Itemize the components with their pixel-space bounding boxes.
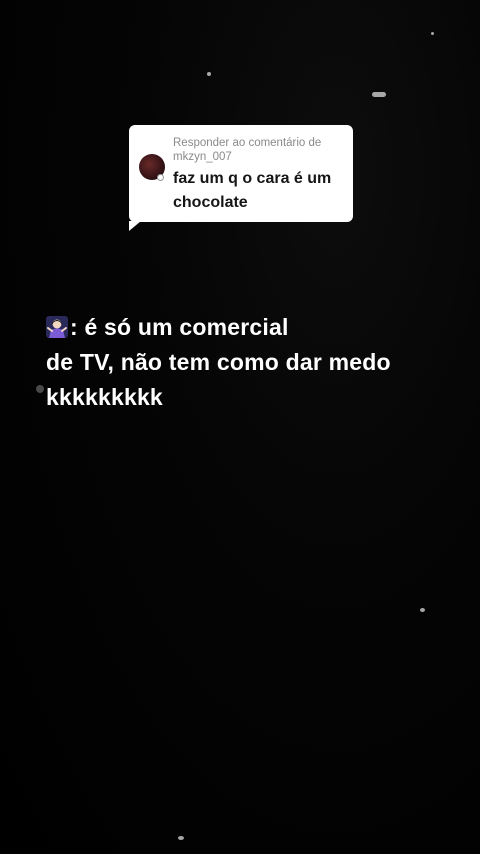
avatar-badge	[157, 174, 164, 181]
reply-comment-card[interactable]: Responder ao comentário de mkzyn_007 faz…	[129, 125, 353, 231]
dust-speck	[420, 608, 425, 612]
avatar	[139, 154, 165, 181]
overlay-line-3: kkkkkkkkk	[46, 384, 163, 410]
dust-speck	[431, 32, 434, 35]
reply-meta: Responder ao comentário de mkzyn_007 faz…	[173, 136, 363, 215]
dust-speck	[36, 385, 44, 393]
video-caption-overlay: : é só um comercial de TV, não tem como …	[46, 310, 446, 415]
person-shrugging-emoji-icon	[46, 316, 68, 338]
reply-card-tail	[129, 221, 141, 231]
reply-header: Responder ao comentário de mkzyn_007 faz…	[139, 136, 343, 215]
reply-caption: Responder ao comentário de	[173, 137, 322, 149]
overlay-line-1-text: : é só um comercial	[70, 314, 289, 340]
reply-comment-text: faz um q o cara é um chocolate	[173, 170, 332, 211]
dust-speck	[178, 836, 184, 840]
dust-speck	[372, 92, 386, 97]
overlay-line-1: : é só um comercial	[46, 310, 446, 345]
reply-username: mkzyn_007	[173, 151, 232, 163]
overlay-line-2: de TV, não tem como dar medo	[46, 349, 391, 375]
dust-speck	[207, 72, 211, 76]
